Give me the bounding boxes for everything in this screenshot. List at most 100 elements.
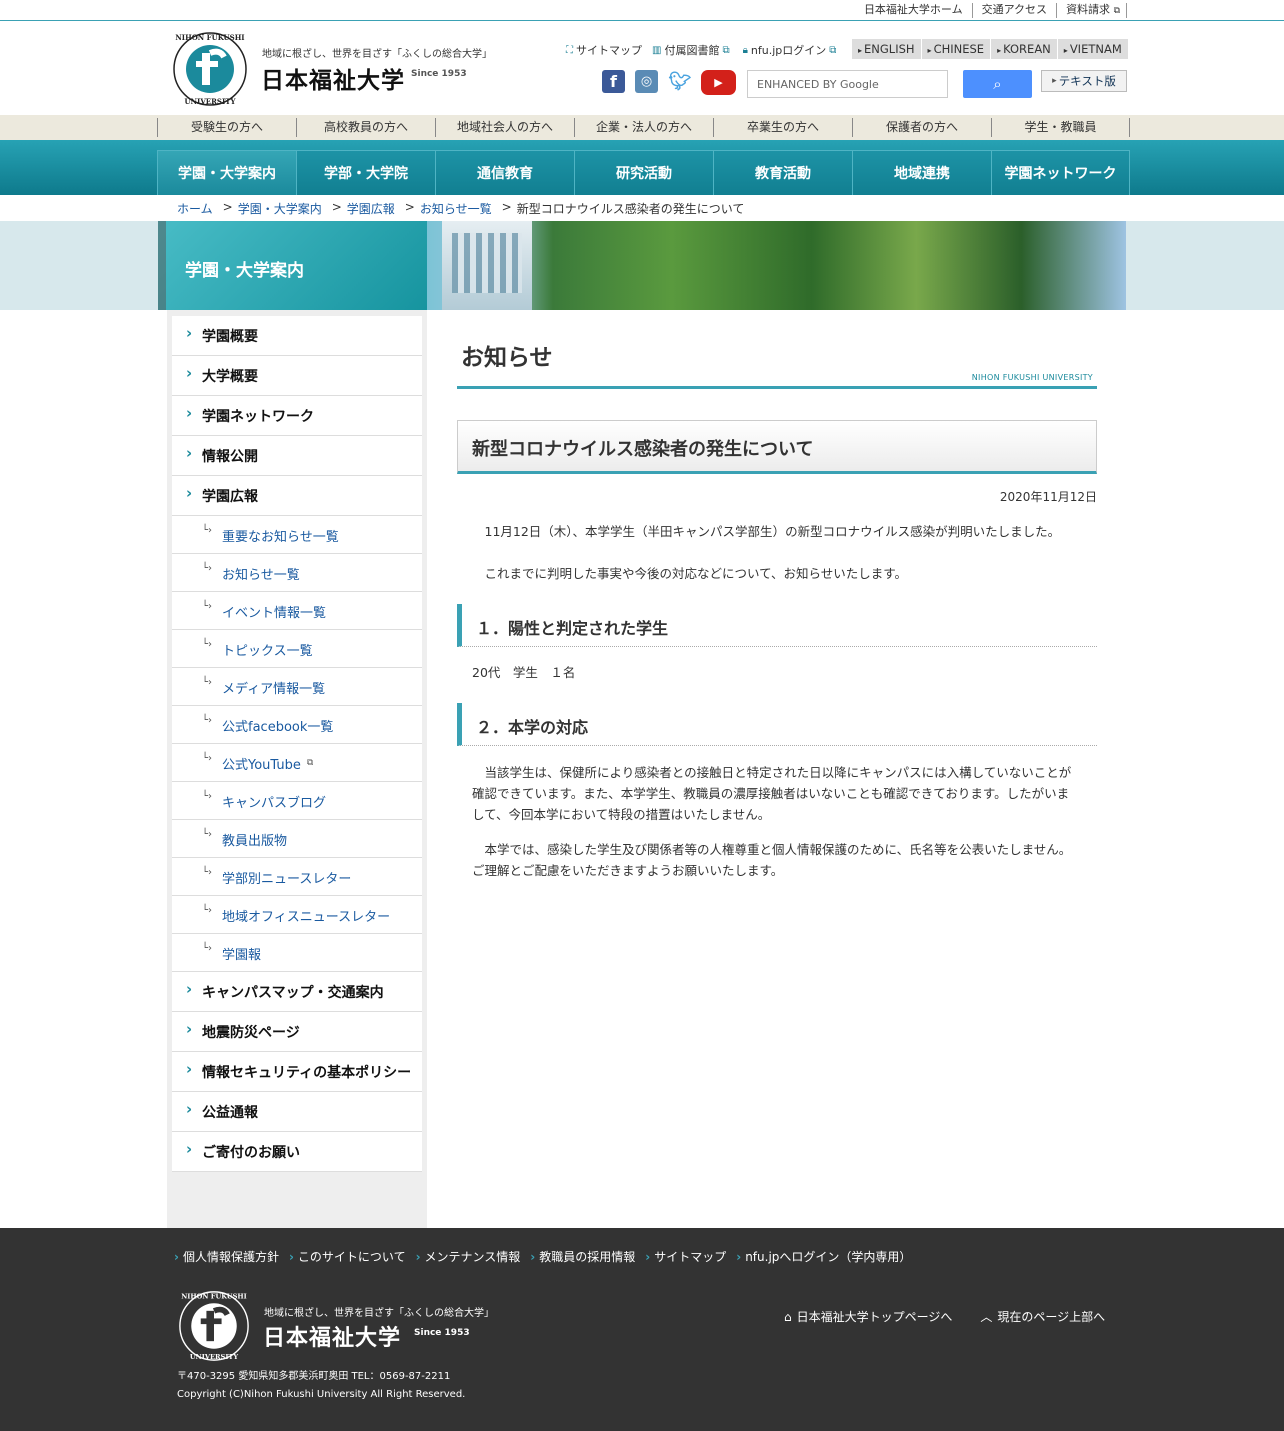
section-2-paragraph-2: 本学では、感染した学生及び関係者等の人権尊重と個人情報保護のために、氏名等を公表…	[472, 842, 1072, 878]
page-title: お知らせ	[461, 345, 553, 371]
footer-home-link[interactable]: ⌂ 日本福祉大学トップページへ	[784, 1308, 952, 1325]
aud-item-parents[interactable]: 保護者の方へ	[852, 118, 991, 137]
nfu-login-link[interactable]: 🔒︎ nfu.jpログイン ⧉	[743, 42, 840, 58]
breadcrumb: ホーム > 学園・大学案内 > 学園広報 > お知らせ一覧 > 新型コロナウイルス感染者…	[177, 200, 745, 217]
twitter-icon[interactable]: 🐦︎	[668, 70, 692, 93]
footer-since: Since 1953	[414, 1328, 470, 1338]
sidebar-item-donation[interactable]: ご寄付のお願い	[172, 1132, 422, 1172]
svg-text:NIHON FUKUSHI: NIHON FUKUSHI	[175, 33, 244, 42]
sidebar-sub-faculty-newsletter[interactable]: 学部別ニュースレター	[172, 858, 422, 896]
nav-network[interactable]: 学園ネットワーク	[991, 150, 1130, 195]
aud-item-alumni[interactable]: 卒業生の方へ	[713, 118, 852, 137]
sidebar-item-overview[interactable]: 学園概要	[172, 316, 422, 356]
lang-chinese[interactable]: CHINESE	[922, 39, 992, 59]
since-label: Since 1953	[411, 69, 467, 79]
sidebar-sub-topics[interactable]: トピックス一覧	[172, 630, 422, 668]
text-version-button[interactable]: テキスト版	[1041, 70, 1127, 92]
external-link-icon: ⧉	[829, 44, 837, 56]
footer-seal-logo: NIHON FUKUSHI UNIVERSITY	[179, 1291, 249, 1361]
nav-community[interactable]: 地域連携	[852, 150, 991, 195]
aud-item-applicants[interactable]: 受験生の方へ	[157, 118, 296, 137]
util-link-request[interactable]: 資料請求 ⧉	[1057, 3, 1127, 18]
aud-item-community[interactable]: 地域社会人の方へ	[435, 118, 574, 137]
sidebar-sub-events[interactable]: イベント情報一覧	[172, 592, 422, 630]
sidebar-item-pr[interactable]: 学園広報	[172, 476, 422, 516]
sitemap-icon: ⛶	[566, 44, 573, 56]
header-links: ⛶ サイトマップ ▥ 付属図書館 ⧉ 🔒︎ nfu.jpログイン ⧉	[566, 42, 849, 58]
youtube-icon[interactable]: ▶	[701, 70, 736, 95]
breadcrumb-about[interactable]: 学園・大学案内	[238, 200, 322, 217]
article-title: 新型コロナウイルス感染者の発生について	[457, 420, 1097, 474]
external-link-icon: ⧉	[1113, 6, 1120, 16]
sidebar-item-network[interactable]: 学園ネットワーク	[172, 396, 422, 436]
section-heading-1: １．陽性と判定された学生	[457, 604, 1097, 647]
breadcrumb-pr[interactable]: 学園広報	[347, 200, 395, 217]
nav-education[interactable]: 教育活動	[713, 150, 852, 195]
aud-item-companies[interactable]: 企業・法人の方へ	[574, 118, 713, 137]
audience-nav: 受験生の方へ 高校教員の方へ 地域社会人の方へ 企業・法人の方へ 卒業生の方へ …	[0, 115, 1284, 140]
sidebar-item-disclosure[interactable]: 情報公開	[172, 436, 422, 476]
library-link[interactable]: ▥ 付属図書館 ⧉	[652, 42, 733, 58]
sidebar-item-whistleblowing[interactable]: 公益通報	[172, 1092, 422, 1132]
section-banner: 学園・大学案内	[0, 221, 1284, 310]
sidebar-sub-important[interactable]: 重要なお知らせ一覧	[172, 516, 422, 554]
search-icon: ⌕	[993, 75, 1002, 93]
sidebar-sub-media[interactable]: メディア情報一覧	[172, 668, 422, 706]
aud-item-students[interactable]: 学生・教職員	[991, 118, 1130, 137]
sidebar-sub-news[interactable]: お知らせ一覧	[172, 554, 422, 592]
lang-vietnam[interactable]: VIETNAM	[1058, 39, 1129, 59]
search-input[interactable]: ENHANCED BY Google	[747, 70, 948, 98]
instagram-icon[interactable]: ◎	[635, 70, 658, 93]
sidebar-item-security-policy[interactable]: 情報セキュリティの基本ポリシー	[172, 1052, 422, 1092]
sidebar-sub-gakuenho[interactable]: 学園報	[172, 934, 422, 972]
footer-link-nfu-login[interactable]: nfu.jpへログイン（学内専用）	[736, 1248, 911, 1265]
university-name[interactable]: 日本福祉大学	[261, 61, 405, 95]
sidebar-sub-publications[interactable]: 教員出版物	[172, 820, 422, 858]
nav-about[interactable]: 学園・大学案内	[157, 150, 296, 195]
facebook-icon[interactable]: f	[602, 70, 625, 93]
sidebar-item-disaster[interactable]: 地震防災ページ	[172, 1012, 422, 1052]
sitemap-link[interactable]: ⛶ サイトマップ	[566, 42, 642, 58]
nav-faculties[interactable]: 学部・大学院	[296, 150, 435, 195]
sidebar-sub-office-newsletter[interactable]: 地域オフィスニュースレター	[172, 896, 422, 934]
svg-text:NIHON FUKUSHI: NIHON FUKUSHI	[181, 1293, 246, 1301]
sidebar-item-university[interactable]: 大学概要	[172, 356, 422, 396]
breadcrumb-news-list[interactable]: お知らせ一覧	[420, 200, 492, 217]
util-link-home[interactable]: 日本福祉大学ホーム	[855, 3, 973, 18]
page-title-sub: NIHON FUKUSHI UNIVERSITY	[971, 373, 1093, 382]
external-link-icon: ⧉	[722, 44, 730, 56]
sidebar-sub-youtube[interactable]: 公式YouTube⧉	[172, 744, 422, 782]
footer-link-sitemap[interactable]: サイトマップ	[645, 1248, 726, 1265]
site-footer: 個人情報保護方針 このサイトについて メンテナンス情報 教職員の採用情報 サイト…	[0, 1228, 1284, 1431]
main-nav: 学園・大学案内 学部・大学院 通信教育 研究活動 教育活動 地域連携 学園ネット…	[0, 140, 1284, 195]
nav-research[interactable]: 研究活動	[574, 150, 713, 195]
lang-korean[interactable]: KOREAN	[991, 39, 1058, 59]
svg-text:UNIVERSITY: UNIVERSITY	[190, 1353, 238, 1361]
campus-photo	[427, 221, 1126, 310]
lang-english[interactable]: ENGLISH	[852, 39, 922, 59]
language-switcher: ENGLISH CHINESE KOREAN VIETNAM	[852, 39, 1129, 59]
util-link-access[interactable]: 交通アクセス	[973, 3, 1058, 18]
sidebar-item-campus-map[interactable]: キャンパスマップ・交通案内	[172, 972, 422, 1012]
home-icon: ⌂	[784, 1309, 792, 1324]
footer-link-privacy[interactable]: 個人情報保護方針	[174, 1248, 279, 1265]
search-button[interactable]: ⌕	[963, 70, 1032, 98]
book-icon: ▥	[652, 44, 662, 56]
footer-link-recruit[interactable]: 教職員の採用情報	[530, 1248, 635, 1265]
footer-links: 個人情報保護方針 このサイトについて メンテナンス情報 教職員の採用情報 サイト…	[174, 1248, 921, 1265]
address-line: 〒470-3295 愛知県知多郡美浜町奥田 TEL：0569-87-2211	[177, 1371, 451, 1382]
sidebar-sub-blog[interactable]: キャンパスブログ	[172, 782, 422, 820]
footer-link-about-site[interactable]: このサイトについて	[289, 1248, 406, 1265]
nav-distance[interactable]: 通信教育	[435, 150, 574, 195]
footer-link-maintenance[interactable]: メンテナンス情報	[416, 1248, 521, 1265]
page-top-link[interactable]: ︿ 現在のページ上部へ	[980, 1308, 1105, 1325]
lock-icon: 🔒︎	[742, 44, 748, 56]
breadcrumb-home[interactable]: ホーム	[177, 200, 213, 217]
university-seal-logo[interactable]: NIHON FUKUSHI UNIVERSITY	[172, 31, 248, 107]
sidebar-nav: 学園概要 大学概要 学園ネットワーク 情報公開 学園広報 重要なお知らせ一覧 お…	[172, 316, 422, 1172]
section-2-paragraph-1: 当該学生は、保健所により感染者との接触日と特定された日以降にキャンパスには入構し…	[472, 765, 1072, 822]
breadcrumb-current: 新型コロナウイルス感染者の発生について	[516, 202, 745, 216]
aud-item-teachers[interactable]: 高校教員の方へ	[296, 118, 435, 137]
article-date: 2020年11月12日	[999, 490, 1097, 504]
sidebar-sub-facebook[interactable]: 公式facebook一覧	[172, 706, 422, 744]
